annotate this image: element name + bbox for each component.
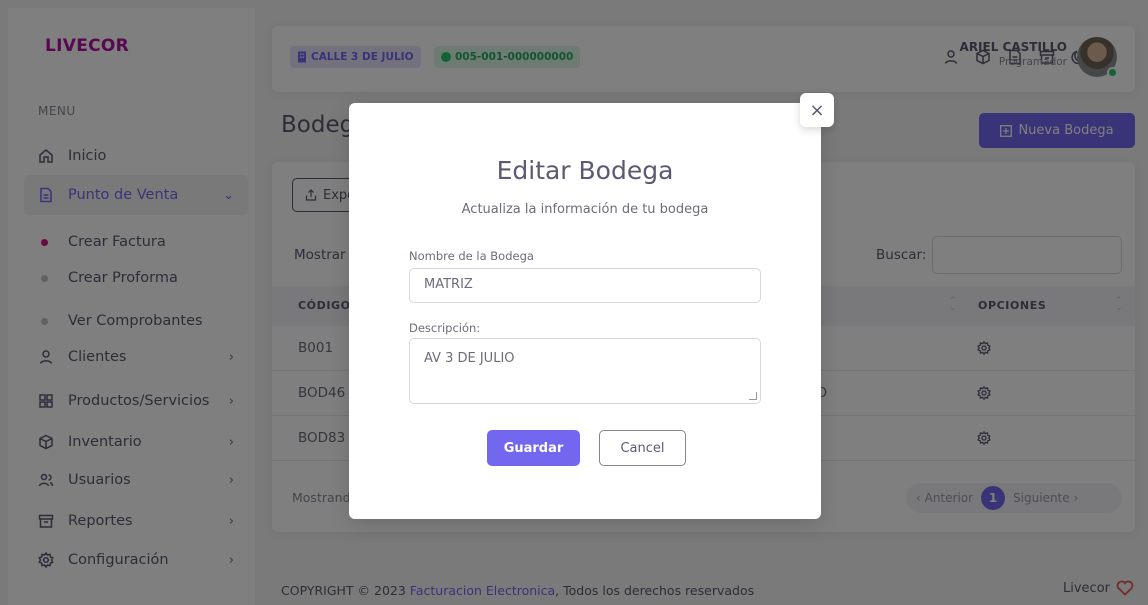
warehouse-name-input[interactable]: MATRIZ	[409, 268, 761, 303]
cancel-button[interactable]: Cancel	[599, 430, 686, 466]
save-button[interactable]: Guardar	[487, 430, 580, 466]
edit-warehouse-modal: × Editar Bodega Actualiza la información…	[349, 93, 834, 519]
description-textarea[interactable]: AV 3 DE JULIO	[409, 338, 761, 404]
modal-title: Editar Bodega	[496, 156, 674, 185]
close-icon: ×	[809, 99, 825, 121]
warehouse-name-label: Nombre de la Bodega	[409, 249, 534, 263]
modal-subtitle: Actualiza la información de tu bodega	[461, 202, 709, 217]
close-button[interactable]: ×	[800, 93, 834, 127]
description-value: AV 3 DE JULIO	[424, 351, 515, 366]
description-label: Descripción:	[409, 321, 481, 335]
resize-handle-icon[interactable]	[749, 392, 757, 400]
